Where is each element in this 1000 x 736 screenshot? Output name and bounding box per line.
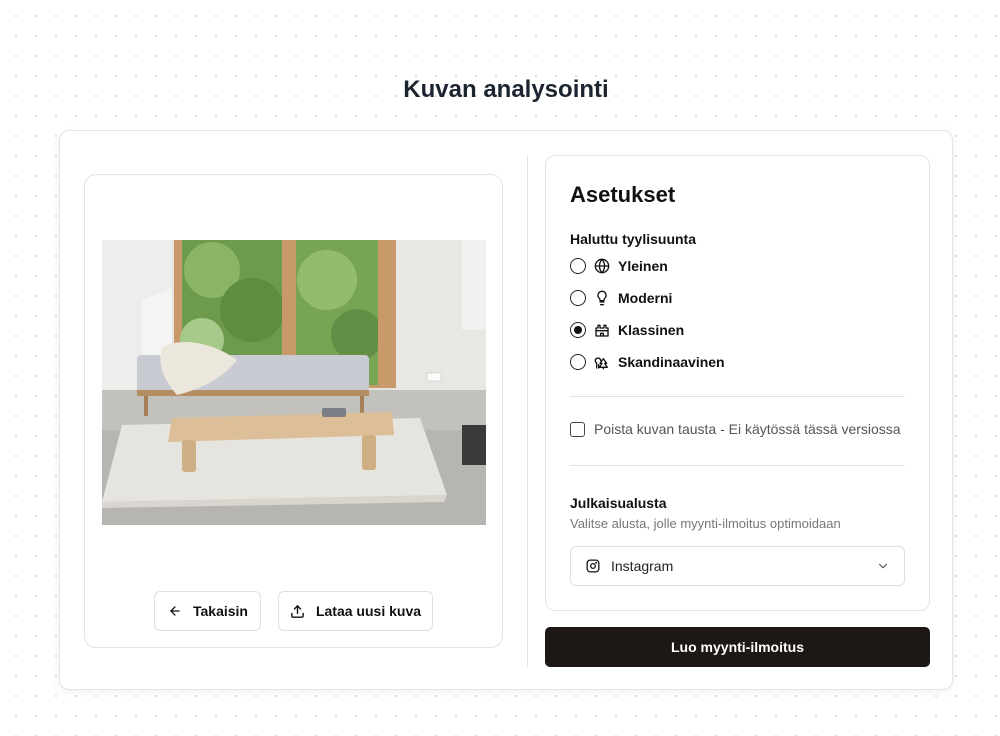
style-option-label: Klassinen: [618, 322, 685, 338]
lightbulb-icon: [594, 290, 610, 306]
divider: [570, 396, 905, 397]
style-label: Haluttu tyylisuunta: [570, 231, 697, 247]
image-preview-card: Takaisin Lataa uusi kuva: [84, 174, 503, 648]
castle-icon: [594, 322, 610, 338]
create-listing-button[interactable]: Luo myynti-ilmoitus: [545, 627, 930, 667]
style-option-label: Moderni: [618, 290, 673, 306]
style-option-label: Yleinen: [618, 258, 668, 274]
instagram-icon: [585, 558, 601, 574]
radio-button[interactable]: [570, 354, 586, 370]
platform-description: Valitse alusta, jolle myynti-ilmoitus op…: [570, 516, 841, 531]
vertical-divider: [527, 155, 528, 667]
platform-select-value: Instagram: [611, 558, 674, 574]
upload-icon: [290, 603, 306, 619]
radio-button-selected[interactable]: [570, 322, 586, 338]
page-title: Kuvan analysointi: [403, 76, 609, 103]
upload-new-image-button[interactable]: Lataa uusi kuva: [278, 591, 433, 631]
platform-label: Julkaisualusta: [570, 495, 667, 511]
arrow-left-icon: [167, 603, 183, 619]
main-card: Takaisin Lataa uusi kuva Asetukset Halut…: [59, 130, 953, 690]
divider: [570, 465, 905, 466]
globe-icon: [594, 258, 610, 274]
back-button-label: Takaisin: [193, 603, 248, 619]
radio-button[interactable]: [570, 258, 586, 274]
platform-select[interactable]: Instagram: [570, 546, 905, 586]
chevron-down-icon: [876, 559, 890, 573]
back-button[interactable]: Takaisin: [154, 591, 261, 631]
uploaded-image: [102, 240, 486, 525]
style-option-moderni[interactable]: Moderni: [570, 288, 672, 308]
style-option-skandinaavinen[interactable]: Skandinaavinen: [570, 352, 725, 372]
radio-button[interactable]: [570, 290, 586, 306]
settings-card: Asetukset Haluttu tyylisuunta Yleinen Mo…: [545, 155, 930, 611]
remove-background-option[interactable]: Poista kuvan tausta - Ei käytössä tässä …: [570, 421, 901, 437]
style-option-yleinen[interactable]: Yleinen: [570, 256, 668, 276]
upload-button-label: Lataa uusi kuva: [315, 603, 422, 619]
style-option-klassinen[interactable]: Klassinen: [570, 320, 684, 340]
trees-icon: [594, 354, 610, 370]
remove-background-checkbox[interactable]: [570, 421, 585, 437]
remove-background-label: Poista kuvan tausta - Ei käytössä tässä …: [594, 421, 901, 437]
style-option-label: Skandinaavinen: [618, 354, 725, 370]
settings-title: Asetukset: [570, 182, 676, 207]
